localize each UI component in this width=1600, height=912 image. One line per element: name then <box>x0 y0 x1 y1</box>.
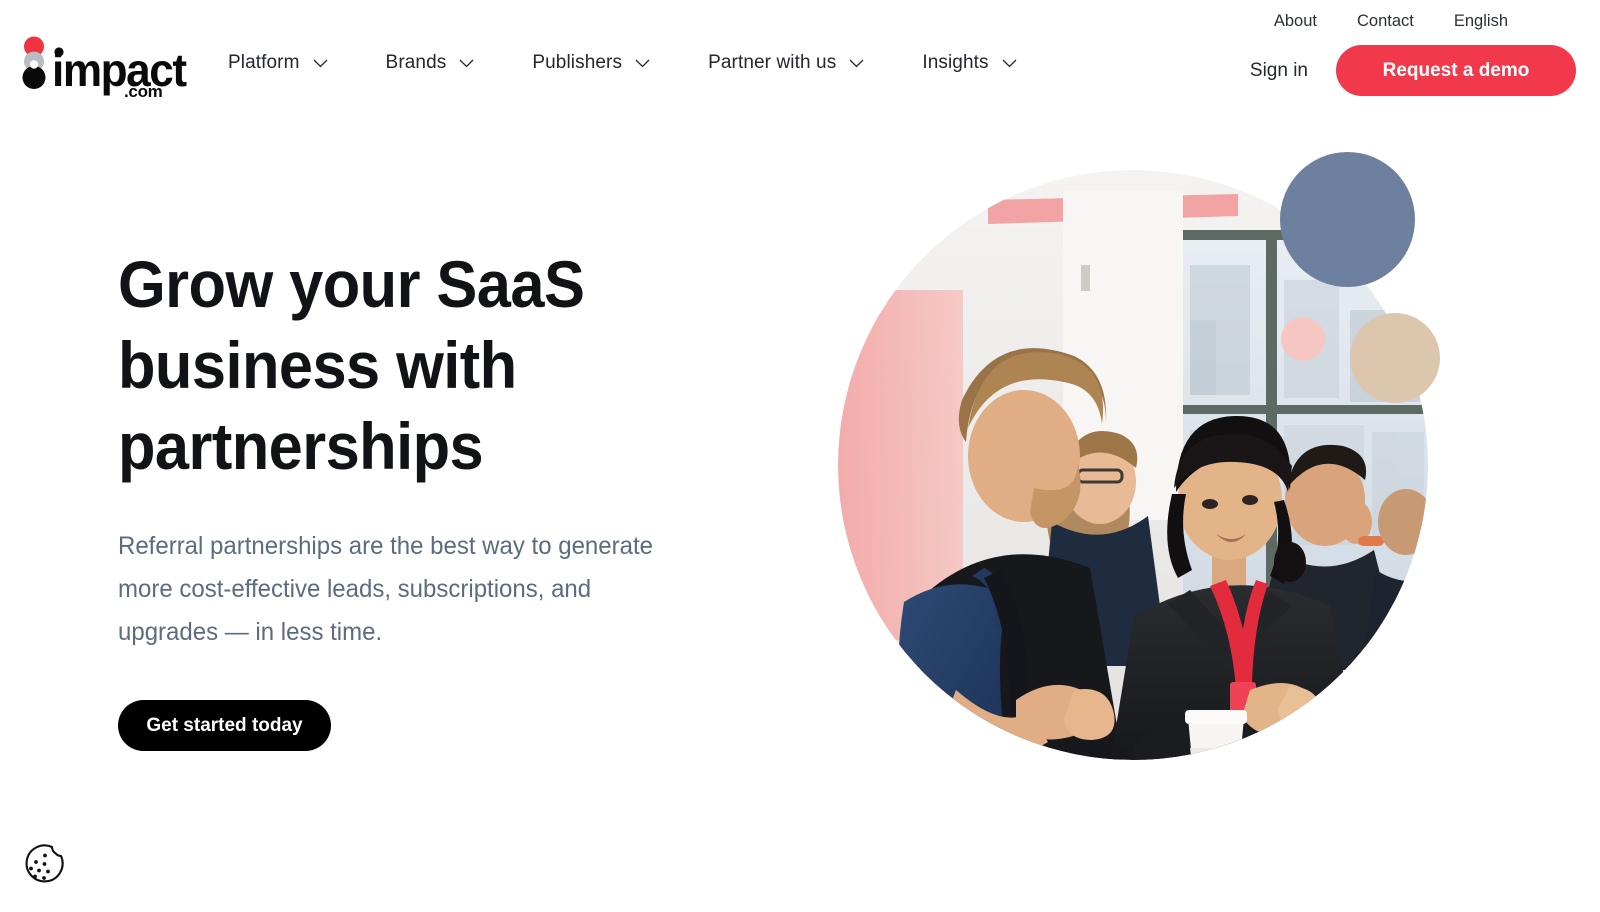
chevron-down-icon <box>849 59 864 67</box>
nav-item-brands[interactable]: Brands <box>386 52 475 74</box>
chevron-down-icon <box>635 59 650 67</box>
nav-label-platform: Platform <box>228 52 300 73</box>
hero-title-line-3: partnerships <box>118 409 484 483</box>
chevron-down-icon <box>313 59 328 67</box>
header-actions: Sign in Request a demo <box>1250 45 1576 96</box>
cookie-settings-button[interactable] <box>18 838 70 890</box>
hero-title: Grow your SaaS business with partnership… <box>118 244 713 487</box>
hero-title-line-1: Grow your SaaS <box>118 247 585 321</box>
svg-text:impact: impact <box>52 44 187 96</box>
svg-text:.com: .com <box>124 82 163 98</box>
nav-label-insights: Insights <box>922 52 989 73</box>
site-header: impact .com Platform Brands Publishers P… <box>0 0 1600 118</box>
decorative-pink-circle <box>1281 317 1325 361</box>
request-a-demo-button[interactable]: Request a demo <box>1336 45 1576 96</box>
hero-title-line-2: business with <box>118 328 517 402</box>
hero-text-block: Grow your SaaS business with partnership… <box>118 244 758 751</box>
nav-item-partner-with-us[interactable]: Partner with us <box>708 52 864 74</box>
nav-item-publishers[interactable]: Publishers <box>532 52 650 74</box>
cookie-icon <box>25 844 64 883</box>
nav-label-publishers: Publishers <box>532 52 623 73</box>
decorative-blue-circle <box>1280 152 1415 287</box>
get-started-today-button[interactable]: Get started today <box>118 700 331 751</box>
impact-logo[interactable]: impact .com <box>16 36 194 101</box>
nav-item-insights[interactable]: Insights <box>922 52 1017 74</box>
hero-visual <box>838 152 1558 810</box>
nav-label-partner-with-us: Partner with us <box>708 52 837 73</box>
nav-item-platform[interactable]: Platform <box>228 52 328 74</box>
sign-in-link[interactable]: Sign in <box>1250 60 1308 82</box>
main-navigation: Platform Brands Publishers Partner with … <box>228 52 1017 74</box>
nav-label-brands: Brands <box>385 52 447 73</box>
chevron-down-icon <box>459 59 474 67</box>
decorative-tan-circle <box>1350 313 1440 403</box>
impact-logo-mark: impact .com <box>22 36 189 101</box>
landing-page: About Contact English impact .com Platfo… <box>0 0 1600 912</box>
chevron-down-icon <box>1002 59 1017 67</box>
hero-subtitle: Referral partnerships are the best way t… <box>118 532 653 646</box>
